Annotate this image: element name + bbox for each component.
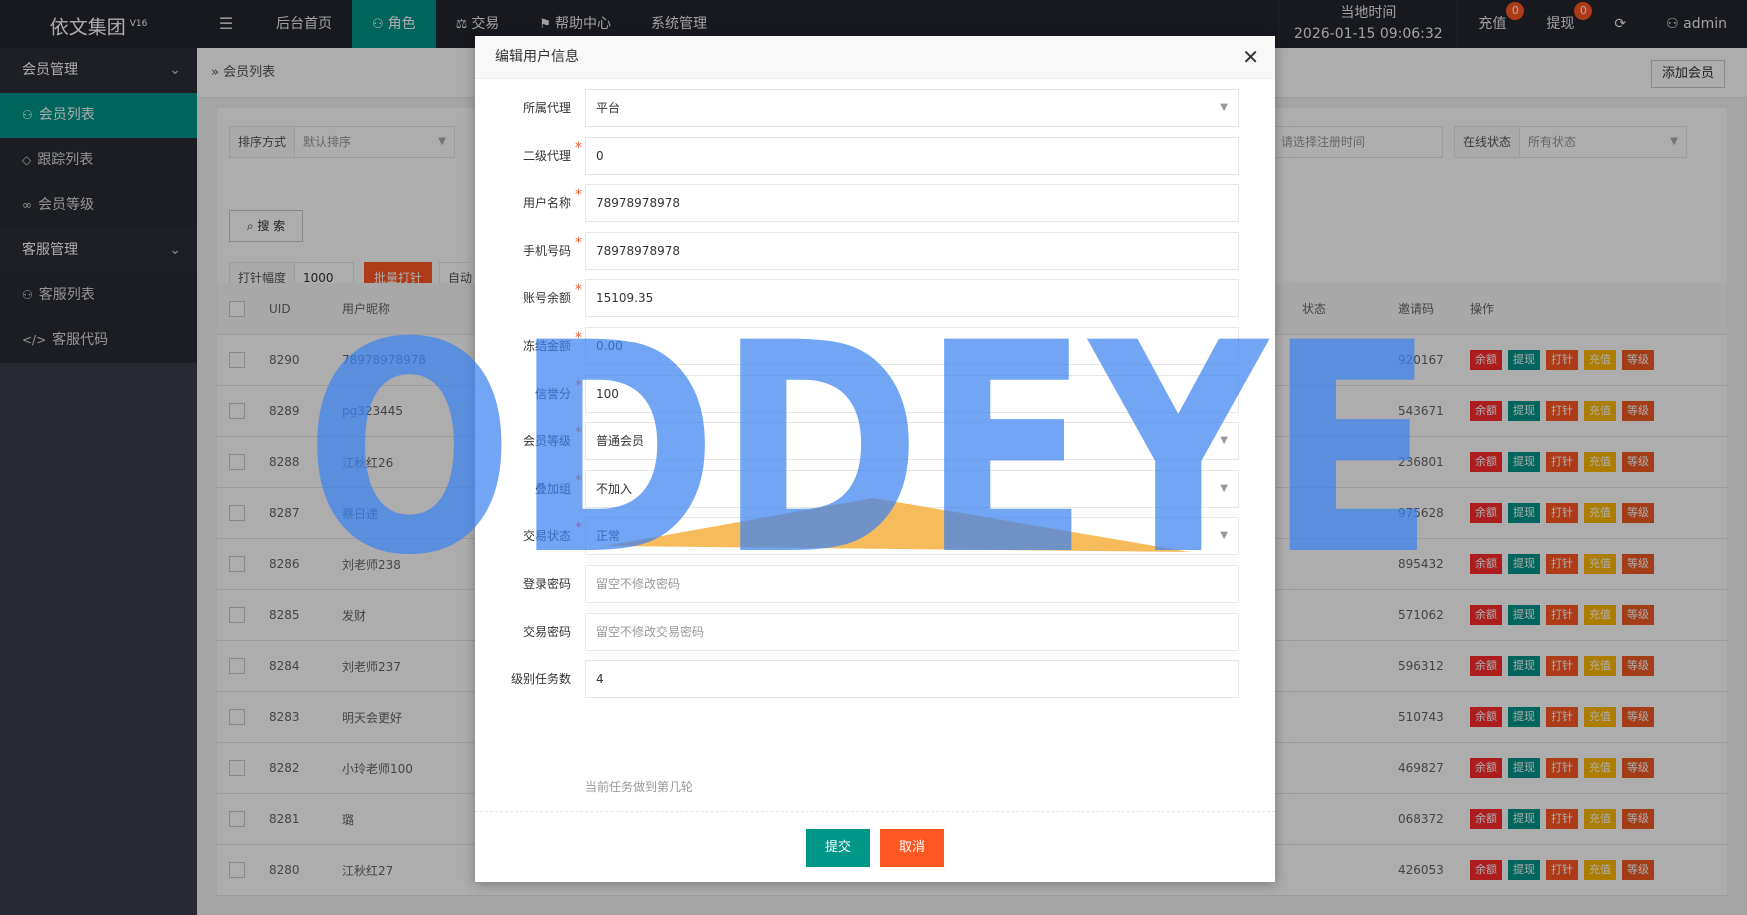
form-row-trade-status: 交易状态 * 正常 ▼ <box>475 517 1275 556</box>
credit-score-input[interactable]: 100 <box>585 374 1239 413</box>
username-label: 用户名称 * <box>522 187 582 211</box>
caret-down-icon: ▼ <box>1220 102 1228 113</box>
login-password-label: 登录密码 <box>522 577 571 591</box>
task-count-input[interactable]: 4 <box>585 660 1239 699</box>
caret-down-icon: ▼ <box>1220 435 1228 447</box>
agent-label: 所属代理 <box>522 101 571 115</box>
agent-select[interactable]: 平台 ▼ <box>585 89 1239 127</box>
required-mark: * <box>575 282 582 299</box>
frozen-amount-input[interactable]: 0.00 <box>585 327 1239 365</box>
required-mark: * <box>575 425 582 442</box>
member-level-label: 会员等级 * <box>522 425 582 449</box>
caret-down-icon: ▼ <box>1220 482 1228 494</box>
form-row-trade-password: 交易密码 留空不修改交易密码 <box>475 612 1275 651</box>
required-mark: * <box>575 330 582 346</box>
task-count-hint: 当前任务做到第几轮 <box>585 780 694 794</box>
required-mark: * <box>575 520 582 537</box>
close-icon[interactable]: ✕ <box>1242 36 1259 79</box>
form-row-member-level: 会员等级 * 普通会员 ▼ <box>475 422 1275 461</box>
phone-input[interactable]: 78978978978 <box>585 231 1239 270</box>
required-mark: * <box>575 472 582 489</box>
required-mark: * <box>575 234 582 251</box>
form-row-balance: 账号余额 * 15109.35 <box>475 279 1275 318</box>
login-password-input[interactable]: 留空不修改密码 <box>585 565 1239 603</box>
sub-agent-input[interactable]: 0 <box>585 136 1239 175</box>
username-input[interactable]: 78978978978 <box>585 184 1239 223</box>
form-row-agent: 所属代理 平台 ▼ <box>475 89 1275 127</box>
trade-status-select[interactable]: 正常 ▼ <box>585 517 1239 556</box>
form-row-sub-agent: 二级代理 * 0 <box>475 136 1275 175</box>
required-mark: * <box>575 377 582 394</box>
stack-group-select[interactable]: 不加入 ▼ <box>585 469 1239 508</box>
required-mark: * <box>575 139 582 156</box>
required-mark: * <box>575 187 582 204</box>
edit-user-modal: 编辑用户信息 ✕ 当前任务做到第几轮 提交 取消 所属代理 平台 ▼ 二级代理 * 0 用户… <box>475 36 1275 882</box>
form-row-credit-score: 信誉分 * 100 <box>475 374 1275 413</box>
balance-input[interactable]: 15109.35 <box>585 279 1239 318</box>
sub-agent-label: 二级代理 * <box>522 139 582 163</box>
form-row-phone: 手机号码 * 78978978978 <box>475 231 1275 270</box>
trade-status-label: 交易状态 * <box>522 520 582 544</box>
caret-down-icon: ▼ <box>1220 530 1228 542</box>
form-row-frozen-amount: 冻结金额 * 0.00 <box>475 327 1275 365</box>
form-row-login-password: 登录密码 留空不修改密码 <box>475 565 1275 603</box>
stack-group-label: 叠加组 * <box>534 472 582 496</box>
modal-title: 编辑用户信息 <box>475 36 1275 79</box>
cancel-button[interactable]: 取消 <box>880 829 944 867</box>
frozen-amount-label: 冻结金额 * <box>522 330 582 353</box>
trade-password-input[interactable]: 留空不修改交易密码 <box>585 612 1239 651</box>
form-row-task-count: 级别任务数 4 <box>475 660 1275 699</box>
form-row-stack-group: 叠加组 * 不加入 ▼ <box>475 469 1275 508</box>
balance-label: 账号余额 * <box>522 282 582 306</box>
form-row-username: 用户名称 * 78978978978 <box>475 184 1275 223</box>
credit-score-label: 信誉分 * <box>534 377 582 401</box>
submit-button[interactable]: 提交 <box>806 829 870 867</box>
task-count-label: 级别任务数 <box>510 672 571 687</box>
member-level-select[interactable]: 普通会员 ▼ <box>585 422 1239 461</box>
trade-password-label: 交易密码 <box>522 624 571 639</box>
phone-label: 手机号码 * <box>522 234 582 258</box>
